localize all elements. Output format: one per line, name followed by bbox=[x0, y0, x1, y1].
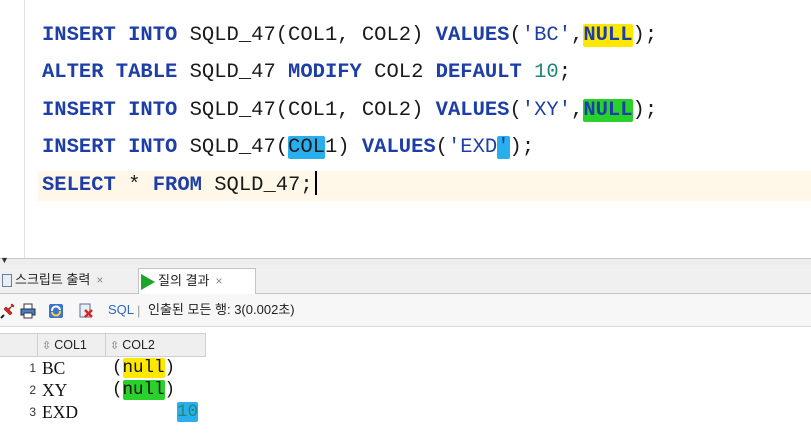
cell-col1[interactable]: EXD bbox=[42, 402, 78, 423]
play-icon bbox=[141, 273, 155, 290]
tab-label: 질의 결과 bbox=[158, 273, 210, 288]
sql-text: ( bbox=[509, 99, 522, 122]
sql-keyword: INSERT INTO bbox=[42, 24, 178, 47]
row-number-header[interactable] bbox=[0, 334, 38, 356]
sql-text: ); bbox=[509, 136, 535, 159]
cell-col1[interactable]: XY bbox=[42, 380, 67, 401]
sql-text: SQLD_47(COL1, COL2) bbox=[177, 99, 436, 122]
output-tabbar: 스크립트 출력 × 질의 결과 × bbox=[0, 265, 811, 294]
sql-keyword: VALUES bbox=[435, 24, 510, 47]
sql-text: ); bbox=[632, 24, 658, 47]
sql-keyword: MODIFY bbox=[288, 61, 362, 84]
result-grid: ⇳ COL1 ⇳ COL2 1 BC (null) 2 XY (null) 3 EX… bbox=[0, 333, 811, 435]
table-row[interactable]: 1 BC (null) bbox=[0, 358, 206, 379]
sort-icon: ⇳ bbox=[42, 340, 52, 352]
table-row[interactable]: 2 XY (null) bbox=[0, 380, 206, 401]
number-value-highlight: 10 bbox=[176, 402, 198, 422]
null-highlight-green: NULL bbox=[583, 99, 633, 122]
fetch-status-text: 인출된 모든 행: 3(0.002초) bbox=[148, 302, 295, 317]
sql-text: SQLD_47(COL1, COL2) bbox=[177, 24, 436, 47]
code-line-1[interactable]: INSERT INTO SQLD_47(COL1, COL2) VALUES('… bbox=[42, 21, 657, 51]
sql-keyword: ALTER TABLE bbox=[42, 61, 178, 84]
cell-col2[interactable]: (null) bbox=[112, 358, 175, 379]
grid-header-row: ⇳ COL1 ⇳ COL2 bbox=[0, 333, 206, 357]
column-header-label: COL1 bbox=[54, 338, 87, 352]
cell-col2[interactable]: 10 bbox=[112, 402, 198, 423]
pin-icon[interactable] bbox=[0, 303, 16, 319]
col-highlight-blue: COL bbox=[288, 136, 325, 159]
sql-button[interactable]: SQL bbox=[108, 302, 134, 318]
null-highlight-yellow: NULL bbox=[583, 24, 633, 47]
sql-keyword: FROM bbox=[152, 174, 202, 197]
row-number: 3 bbox=[29, 405, 36, 419]
sql-editor[interactable]: INSERT INTO SQLD_47(COL1, COL2) VALUES('… bbox=[0, 0, 811, 258]
cell-col1[interactable]: BC bbox=[42, 358, 65, 379]
null-value-highlight: null bbox=[122, 380, 165, 400]
collapse-arrow-icon[interactable]: ▼ bbox=[0, 256, 9, 265]
sql-text: , bbox=[571, 99, 584, 122]
sql-text: ); bbox=[632, 99, 658, 122]
null-value-highlight: null bbox=[122, 358, 165, 378]
sql-text: ( bbox=[509, 24, 522, 47]
column-header-col2[interactable]: ⇳ COL2 bbox=[106, 334, 206, 356]
tab-script-output[interactable]: 스크립트 출력 × bbox=[0, 268, 140, 292]
tab-label: 스크립트 출력 bbox=[15, 272, 91, 287]
close-icon[interactable]: × bbox=[215, 274, 222, 288]
panel-splitter[interactable]: ▼ bbox=[0, 256, 811, 265]
sql-string: 'BC' bbox=[521, 24, 572, 47]
cell-col2[interactable]: (null) bbox=[112, 380, 175, 401]
close-icon[interactable]: × bbox=[96, 273, 103, 287]
sql-text: SQLD_47 bbox=[177, 61, 289, 84]
result-toolbar: SQL | 인출된 모든 행: 3(0.002초) bbox=[0, 294, 811, 327]
refresh-icon[interactable] bbox=[48, 303, 64, 319]
sql-string: 'EXD bbox=[447, 136, 498, 159]
sql-number: 10 bbox=[534, 61, 559, 84]
row-number: 1 bbox=[29, 361, 36, 375]
row-number: 2 bbox=[29, 383, 36, 397]
column-header-col1[interactable]: ⇳ COL1 bbox=[38, 334, 106, 356]
code-line-4[interactable]: INSERT INTO SQLD_47(COL1) VALUES('EXD'); bbox=[42, 133, 534, 163]
code-line-3[interactable]: INSERT INTO SQLD_47(COL1, COL2) VALUES('… bbox=[42, 96, 657, 126]
editor-gutter bbox=[24, 0, 25, 258]
column-header-label: COL2 bbox=[122, 338, 155, 352]
code-line-5-current[interactable]: SELECT * FROM SQLD_47; bbox=[38, 171, 811, 201]
tab-query-result[interactable]: 질의 결과 × bbox=[138, 268, 256, 294]
quote-highlight-blue: ' bbox=[497, 136, 510, 159]
sql-text: 1) bbox=[324, 136, 362, 159]
sql-text: COL2 bbox=[361, 61, 436, 84]
clear-icon[interactable] bbox=[78, 303, 94, 319]
sql-keyword: VALUES bbox=[435, 99, 510, 122]
sql-string: 'XY' bbox=[521, 99, 572, 122]
sql-text: , bbox=[571, 24, 584, 47]
sql-keyword: INSERT INTO bbox=[42, 99, 178, 122]
sort-icon: ⇳ bbox=[110, 340, 120, 352]
sql-keyword: VALUES bbox=[361, 136, 436, 159]
document-icon bbox=[2, 274, 12, 288]
sql-keyword: DEFAULT bbox=[435, 61, 522, 84]
print-icon[interactable] bbox=[20, 303, 36, 319]
sql-text: SQLD_47( bbox=[177, 136, 289, 159]
code-line-2[interactable]: ALTER TABLE SQLD_47 MODIFY COL2 DEFAULT … bbox=[42, 58, 571, 88]
sql-text: ( bbox=[435, 136, 448, 159]
sql-text: SQLD_47; bbox=[201, 174, 313, 197]
table-row[interactable]: 3 EXD 10 bbox=[0, 402, 206, 423]
sql-keyword: SELECT bbox=[42, 174, 116, 197]
toolbar-separator: | bbox=[137, 303, 141, 318]
text-caret bbox=[314, 171, 317, 195]
sql-keyword: INSERT INTO bbox=[42, 136, 178, 159]
sql-text: * bbox=[115, 174, 153, 197]
sql-text: ; bbox=[558, 61, 572, 84]
